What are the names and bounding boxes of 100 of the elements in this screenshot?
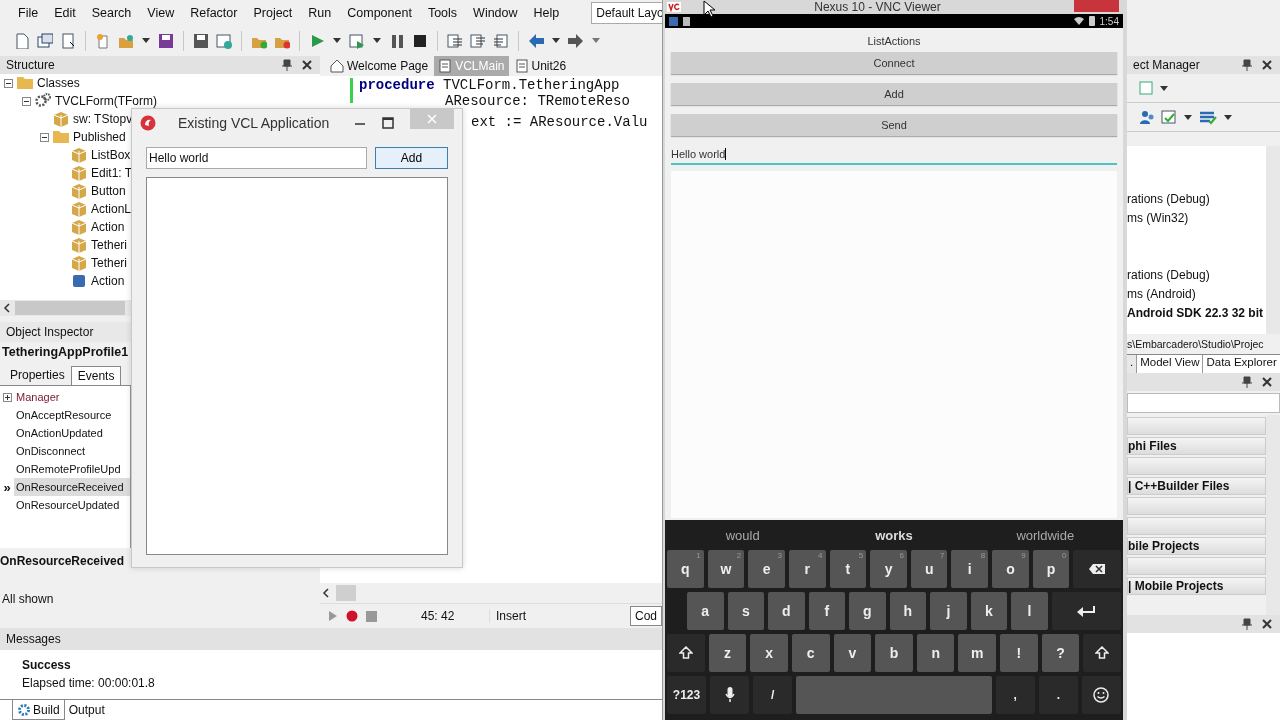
event-name[interactable]: OnAcceptResource [14, 406, 130, 424]
suggestion[interactable]: works [818, 522, 970, 550]
shift-key[interactable] [667, 634, 705, 672]
inspector-tab[interactable]: Events [70, 366, 122, 385]
tree-item[interactable]: Action [91, 220, 125, 234]
maximize-icon[interactable] [382, 117, 394, 129]
view-tab[interactable]: Cod [630, 606, 662, 626]
panel-tab[interactable]: . [1127, 355, 1138, 373]
project-tree-node[interactable]: rations (Debug) [1127, 266, 1266, 285]
text-field[interactable]: Hello world [146, 147, 367, 169]
palette-category[interactable]: | C++Builder Files [1127, 477, 1266, 495]
keyboard-key[interactable]: c [791, 634, 830, 672]
search-field[interactable] [1127, 393, 1280, 413]
event-name[interactable]: OnResourceReceived [14, 478, 130, 496]
menu-item[interactable]: Project [245, 6, 301, 20]
new-document-icon[interactable] [14, 33, 30, 49]
menu-item[interactable]: Help [525, 6, 568, 20]
event-name[interactable]: OnActionUpdated [14, 424, 130, 442]
tree-item[interactable]: ActionL [91, 202, 132, 216]
layers-icon[interactable] [1199, 109, 1217, 125]
keyboard-key[interactable]: ! [1000, 634, 1038, 672]
tree-item[interactable]: Action [91, 274, 125, 288]
keyboard-key[interactable]: ?123 [667, 676, 707, 714]
inspector-tab[interactable]: Properties [4, 366, 71, 385]
event-name[interactable]: OnDisconnect [14, 442, 130, 460]
tree-item[interactable]: sw: TStopv [73, 112, 133, 126]
scrollbar-thumb[interactable] [336, 585, 356, 601]
keyboard-key[interactable]: z [708, 634, 747, 672]
save-all-icon[interactable] [193, 33, 209, 49]
step-icon[interactable] [447, 33, 463, 49]
step-into-icon[interactable] [470, 33, 486, 49]
expander-icon[interactable] [40, 132, 49, 142]
save-icon[interactable] [158, 33, 174, 49]
keyboard-key[interactable]: . [1038, 676, 1078, 714]
suggestion[interactable]: would [667, 522, 819, 550]
keyboard-key[interactable]: f [808, 592, 846, 630]
menu-item[interactable]: Run [300, 6, 340, 20]
menu-item[interactable]: Refactor [182, 6, 246, 20]
text-field[interactable]: Hello world [671, 145, 1117, 165]
expander-icon[interactable] [2, 392, 12, 402]
forward-arrow-icon[interactable] [568, 33, 584, 49]
keyboard-key[interactable]: / [753, 676, 793, 714]
close-icon[interactable] [302, 60, 312, 70]
project-tree-node[interactable]: ms (Win32) [1127, 209, 1266, 228]
app-button[interactable]: Connect [671, 52, 1117, 74]
keyboard-key[interactable]: k [970, 592, 1008, 630]
tree-item[interactable]: Tetheri [91, 238, 128, 252]
pause-icon[interactable] [389, 33, 405, 49]
document-icon[interactable] [60, 33, 76, 49]
add-button[interactable]: Add [375, 147, 448, 169]
palette-category[interactable]: bile Projects [1127, 537, 1266, 555]
back-arrow-icon[interactable] [528, 33, 544, 49]
project-tree-node[interactable]: ms (Android) [1127, 285, 1266, 304]
keyboard-key[interactable]: s [727, 592, 765, 630]
menu-item[interactable]: Tools [419, 6, 466, 20]
record-icon[interactable] [346, 610, 358, 622]
stop-icon[interactable] [412, 33, 428, 49]
scroll-left-icon[interactable] [322, 588, 330, 598]
close-icon[interactable] [1262, 377, 1272, 387]
messages-tab[interactable]: Output [64, 700, 109, 720]
project-tree-node[interactable]: rations (Debug) [1127, 190, 1266, 209]
keyboard-key[interactable]: , [995, 676, 1035, 714]
panel-tab[interactable]: Model View [1137, 355, 1204, 373]
keyboard-key[interactable]: n [916, 634, 955, 672]
keyboard-key[interactable]: a [687, 592, 724, 630]
event-name[interactable]: OnResourceUpdated [14, 496, 130, 514]
keyboard-key[interactable]: x [750, 634, 788, 672]
menu-item[interactable]: Edit [46, 6, 84, 20]
keyboard-key[interactable]: 1 q [667, 550, 704, 588]
emoji-key[interactable] [1081, 676, 1121, 714]
close-icon[interactable] [1262, 60, 1272, 70]
app-button[interactable]: Add [671, 83, 1117, 105]
editor-tab[interactable]: Welcome Page [326, 56, 433, 76]
keyboard-key[interactable]: l [1011, 592, 1048, 630]
windows-icon[interactable] [37, 33, 53, 49]
app-button[interactable]: Send [671, 114, 1117, 136]
scroll-left-icon[interactable] [3, 303, 11, 313]
tree-item[interactable]: Button [91, 184, 126, 198]
project-tree-node[interactable]: Android SDK 22.3 32 bit [1127, 304, 1266, 323]
messages-tab[interactable]: Build [12, 700, 65, 720]
run-window-icon[interactable] [349, 33, 365, 49]
suggestion[interactable]: worldwide [969, 522, 1121, 550]
tree-item[interactable]: Classes [37, 76, 80, 90]
menu-item[interactable]: View [139, 6, 183, 20]
users-icon[interactable] [1139, 109, 1155, 125]
keyboard-key[interactable]: j [930, 592, 967, 630]
build-config-icon[interactable] [1161, 109, 1177, 125]
menu-item[interactable]: Window [465, 6, 526, 20]
keyboard-key[interactable]: v [833, 634, 872, 672]
play-icon[interactable] [309, 33, 325, 49]
backspace-key[interactable] [1073, 550, 1122, 588]
keyboard-key[interactable]: h [889, 592, 927, 630]
close-icon[interactable] [1262, 619, 1272, 629]
expander-icon[interactable] [4, 78, 13, 88]
keyboard-key[interactable]: m [958, 634, 997, 672]
scrollbar-thumb[interactable] [15, 301, 125, 315]
tree-item[interactable]: TVCLForm(TForm) [55, 94, 157, 108]
menu-item[interactable]: Search [83, 6, 140, 20]
shift-key[interactable] [1083, 634, 1122, 672]
keyboard-key[interactable]: ? [1041, 634, 1080, 672]
